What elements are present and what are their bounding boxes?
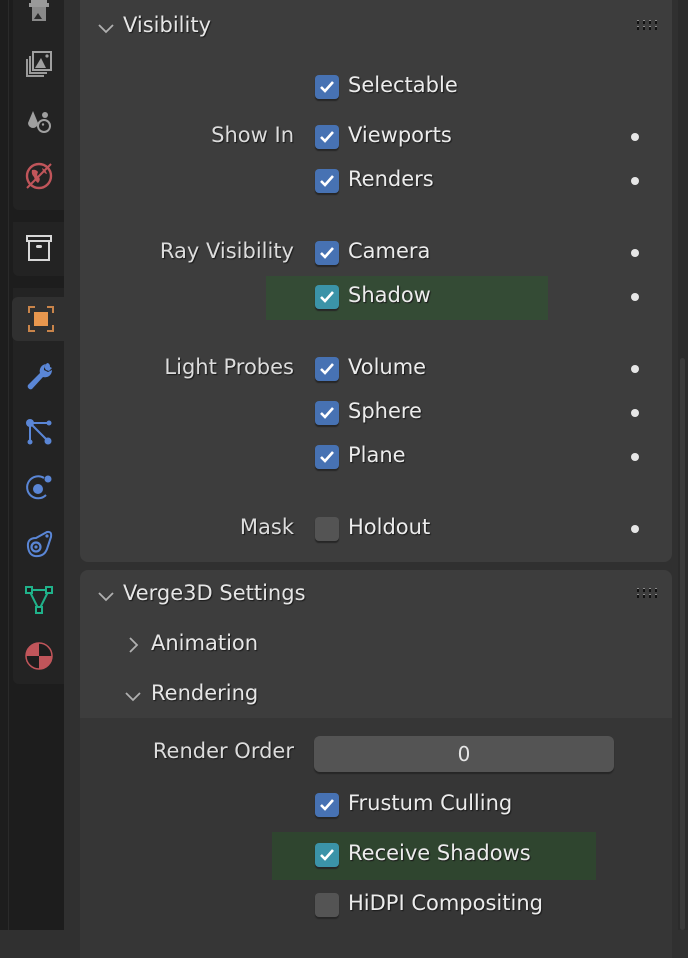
material-icon — [25, 642, 53, 670]
keyframe-dot[interactable] — [631, 453, 639, 461]
mask-label: Mask — [239, 515, 294, 539]
volume-label: Volume — [348, 355, 427, 379]
object-icon — [28, 306, 54, 332]
sphere-label: Sphere — [348, 399, 422, 423]
images-icon — [26, 51, 52, 77]
frustum-culling-checkbox[interactable] — [315, 793, 339, 817]
particles-icon — [26, 419, 52, 445]
drag-grip-icon[interactable] — [636, 588, 658, 600]
constraint-icon — [26, 530, 53, 558]
volume-checkbox[interactable] — [315, 357, 339, 381]
keyframe-dot[interactable] — [631, 293, 639, 301]
render-order-value: 0 — [457, 742, 471, 766]
checkmark-icon — [320, 131, 334, 143]
hidpi-compositing-label: HiDPI Compositing — [348, 891, 543, 915]
chevron-down-icon — [125, 692, 141, 702]
checkmark-icon — [320, 407, 334, 419]
receive-shadows-checkbox[interactable] — [315, 843, 339, 867]
mesh-data-icon — [25, 586, 53, 614]
verge3d-title: Verge3D Settings — [123, 581, 306, 605]
keyframe-dot[interactable] — [631, 409, 639, 417]
checkmark-icon — [320, 799, 334, 811]
checkmark-icon — [320, 175, 334, 187]
data-tab[interactable] — [19, 578, 59, 622]
render-order-field[interactable]: 0 — [314, 736, 614, 772]
view-layer-tab[interactable] — [19, 42, 59, 86]
keyframe-dot[interactable] — [631, 177, 639, 185]
collection-box-icon — [26, 235, 52, 261]
animation-subpanel-header[interactable]: Animation — [80, 622, 672, 670]
visibility-title: Visibility — [123, 13, 212, 37]
show-in-label: Show In — [211, 123, 294, 147]
renders-checkbox[interactable] — [315, 169, 339, 193]
checkmark-icon — [320, 247, 334, 259]
verge3d-settings-panel: Verge3D Settings Animation Rendering Ren… — [80, 570, 672, 958]
visibility-panel: Visibility Selectable Show In Viewports … — [80, 0, 672, 562]
shadow-label: Shadow — [348, 283, 431, 307]
keyframe-dot[interactable] — [631, 365, 639, 373]
keyframe-dot[interactable] — [631, 249, 639, 257]
scrollbar-thumb[interactable] — [680, 358, 685, 930]
ray-visibility-label: Ray Visibility — [159, 239, 294, 263]
camera-label: Camera — [348, 239, 431, 263]
checkmark-icon — [320, 849, 334, 861]
properties-editor: Visibility Selectable Show In Viewports … — [64, 0, 688, 958]
frustum-culling-label: Frustum Culling — [348, 791, 513, 815]
verge3d-panel-header[interactable]: Verge3D Settings — [80, 570, 672, 622]
viewports-label: Viewports — [348, 123, 452, 147]
shadow-checkbox[interactable] — [315, 285, 339, 309]
material-tab[interactable] — [19, 634, 59, 678]
rendering-subpanel-header[interactable]: Rendering — [80, 672, 672, 720]
properties-tab-bar — [8, 0, 65, 930]
physics-icon — [26, 475, 52, 500]
sphere-checkbox[interactable] — [315, 401, 339, 425]
constraints-tab[interactable] — [19, 522, 59, 566]
visibility-panel-header[interactable]: Visibility — [80, 0, 672, 52]
animation-label: Animation — [151, 631, 259, 655]
chevron-right-icon — [129, 637, 139, 653]
particles-tab[interactable] — [19, 410, 59, 454]
checkmark-icon — [320, 81, 334, 93]
modifiers-tab[interactable] — [19, 354, 59, 398]
renders-label: Renders — [348, 167, 434, 191]
receive-shadows-label: Receive Shadows — [348, 841, 531, 865]
keyframe-dot[interactable] — [631, 133, 639, 141]
holdout-checkbox[interactable] — [315, 517, 339, 541]
rendering-subpanel-body: Render Order 0 Frustum Culling Receive S… — [80, 718, 672, 958]
light-probes-label: Light Probes — [164, 355, 294, 379]
chevron-down-icon — [98, 592, 114, 602]
left-border — [0, 0, 8, 930]
checkmark-icon — [320, 291, 334, 303]
chevron-down-icon — [98, 24, 114, 34]
holdout-label: Holdout — [348, 515, 431, 539]
checkmark-icon — [320, 363, 334, 375]
printer-icon — [29, 0, 49, 21]
render-order-label: Render Order — [152, 739, 294, 763]
rendering-label: Rendering — [151, 681, 259, 705]
checkmark-icon — [320, 451, 334, 463]
physics-tab[interactable] — [19, 466, 59, 510]
camera-checkbox[interactable] — [315, 241, 339, 265]
selectable-label: Selectable — [348, 73, 458, 97]
drag-grip-icon[interactable] — [636, 20, 658, 32]
keyframe-dot[interactable] — [631, 525, 639, 533]
wrench-icon — [27, 363, 53, 390]
world-tab[interactable] — [19, 154, 59, 198]
scene-tab[interactable] — [19, 98, 59, 142]
viewports-checkbox[interactable] — [315, 125, 339, 149]
selectable-checkbox[interactable] — [315, 75, 339, 99]
scene-icon — [28, 111, 51, 133]
world-icon — [25, 162, 53, 190]
collection-tab[interactable] — [19, 226, 59, 270]
output-tab[interactable] — [19, 0, 59, 36]
hidpi-compositing-checkbox[interactable] — [315, 893, 339, 917]
object-tab[interactable] — [12, 297, 65, 341]
plane-label: Plane — [348, 443, 406, 467]
scrollbar[interactable] — [678, 0, 688, 930]
plane-checkbox[interactable] — [315, 445, 339, 469]
